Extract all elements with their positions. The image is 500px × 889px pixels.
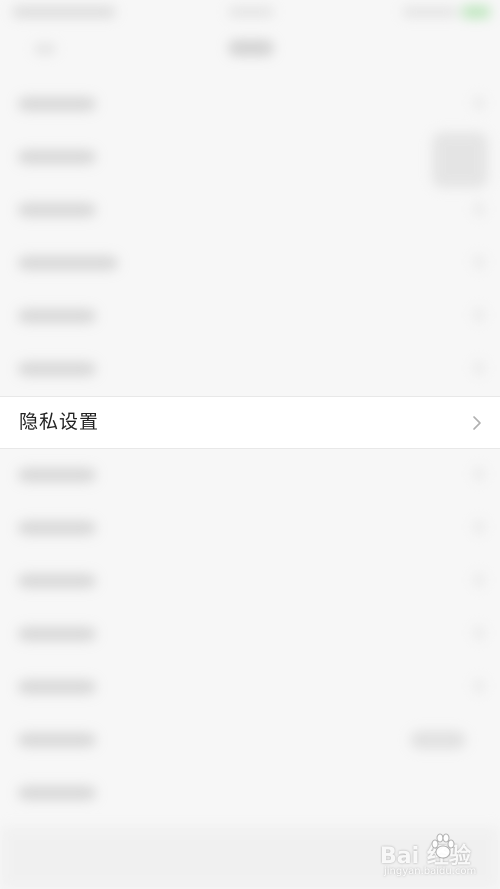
paw-icon <box>431 833 455 859</box>
blurred-row <box>0 290 500 343</box>
blurred-row <box>0 555 500 608</box>
blurred-row <box>0 237 500 290</box>
chevron-right-icon <box>473 416 481 430</box>
baidu-jingyan-watermark: Bai 经验 jingyan.baidu.com <box>380 830 496 884</box>
blurred-row <box>0 714 500 767</box>
privacy-settings-label: 隐私设置 <box>19 411 100 433</box>
blurred-value-pill <box>410 731 466 749</box>
privacy-settings-row[interactable]: 隐私设置 <box>0 396 500 449</box>
battery-icon <box>462 6 490 18</box>
watermark-url: jingyan.baidu.com <box>384 866 477 877</box>
blurred-row <box>0 608 500 661</box>
blurred-row <box>0 131 500 184</box>
nav-title-placeholder <box>228 40 274 56</box>
status-carrier-placeholder <box>12 6 116 18</box>
back-button-placeholder <box>34 44 56 54</box>
status-bar <box>0 0 500 26</box>
blurred-row <box>0 78 500 131</box>
blurred-row <box>0 502 500 555</box>
status-indicators-placeholder <box>402 7 458 17</box>
blurred-row <box>0 343 500 396</box>
blurred-row <box>0 767 500 820</box>
blurred-row <box>0 449 500 502</box>
settings-screen: 隐私设置 Bai 经验 jingyan.baidu.com <box>0 0 500 889</box>
blurred-row <box>0 661 500 714</box>
status-time-placeholder <box>228 7 274 17</box>
blurred-row <box>0 184 500 237</box>
avatar-placeholder <box>432 132 488 188</box>
